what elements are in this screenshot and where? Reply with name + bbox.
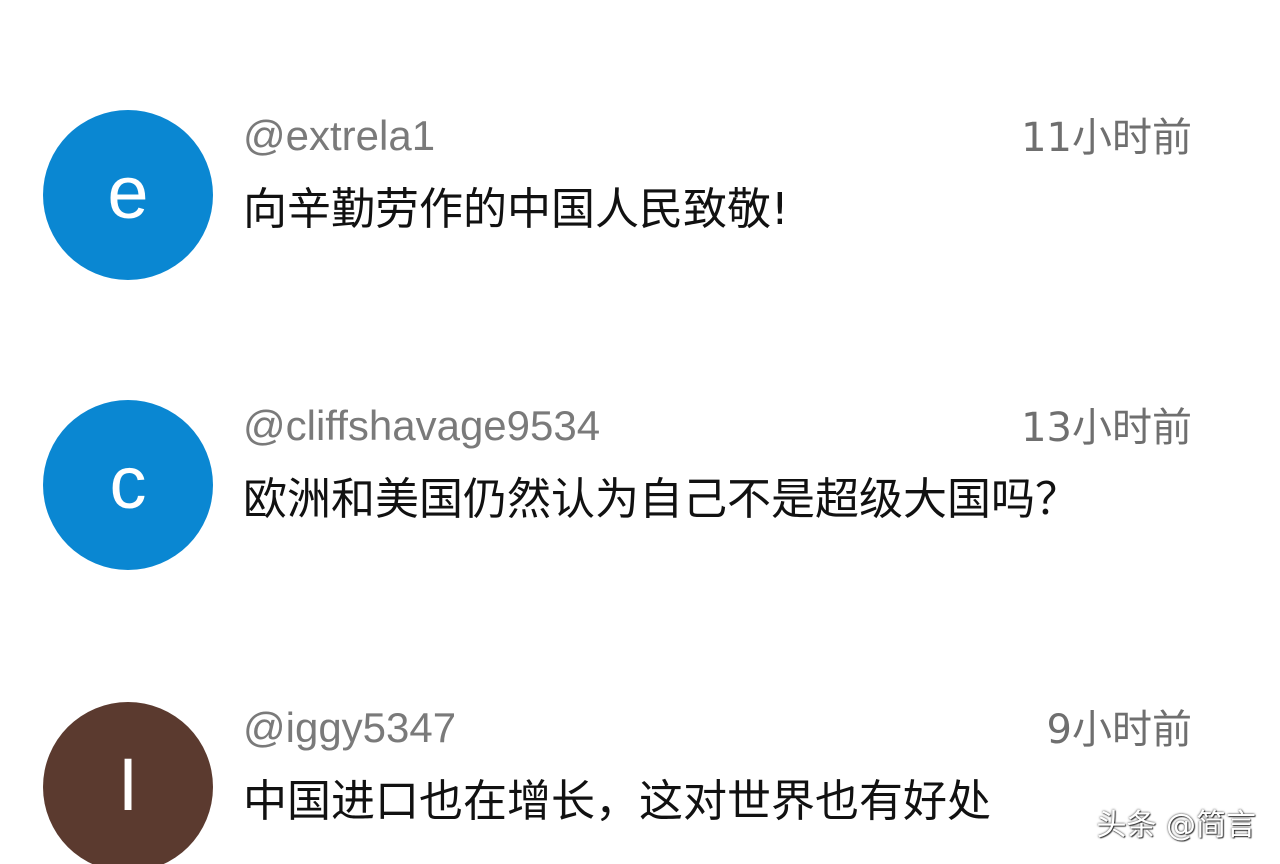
comment-list: e @extrela1 11小时前 向辛勤劳作的中国人民致敬! c @cliff… — [0, 0, 1280, 864]
comment-username[interactable]: @cliffshavage9534 — [243, 402, 600, 450]
avatar[interactable]: I — [43, 702, 213, 864]
comment-item: e @extrela1 11小时前 向辛勤劳作的中国人民致敬! — [0, 110, 1280, 280]
comment-item: c @cliffshavage9534 13小时前 欧洲和美国仍然认为自己不是超… — [0, 400, 1280, 570]
comment-timestamp: 9小时前 — [1046, 707, 1192, 753]
watermark: 头条 @简言 — [1096, 808, 1256, 843]
avatar-letter: e — [107, 151, 149, 234]
avatar-letter: c — [109, 441, 147, 524]
avatar-letter: I — [117, 743, 139, 826]
comment-text: 向辛勤劳作的中国人民致敬! — [243, 184, 789, 235]
comment-username[interactable]: @iggy5347 — [243, 704, 456, 752]
comment-timestamp: 11小时前 — [1021, 115, 1192, 161]
comment-text: 中国进口也在增长，这对世界也有好处 — [243, 776, 991, 827]
comment-text: 欧洲和美国仍然认为自己不是超级大国吗？ — [243, 474, 1079, 525]
comment-timestamp: 13小时前 — [1021, 405, 1192, 451]
avatar[interactable]: e — [43, 110, 213, 280]
comment-username[interactable]: @extrela1 — [243, 112, 435, 160]
avatar[interactable]: c — [43, 400, 213, 570]
comment-item: I @iggy5347 9小时前 中国进口也在增长，这对世界也有好处 — [0, 702, 1280, 864]
